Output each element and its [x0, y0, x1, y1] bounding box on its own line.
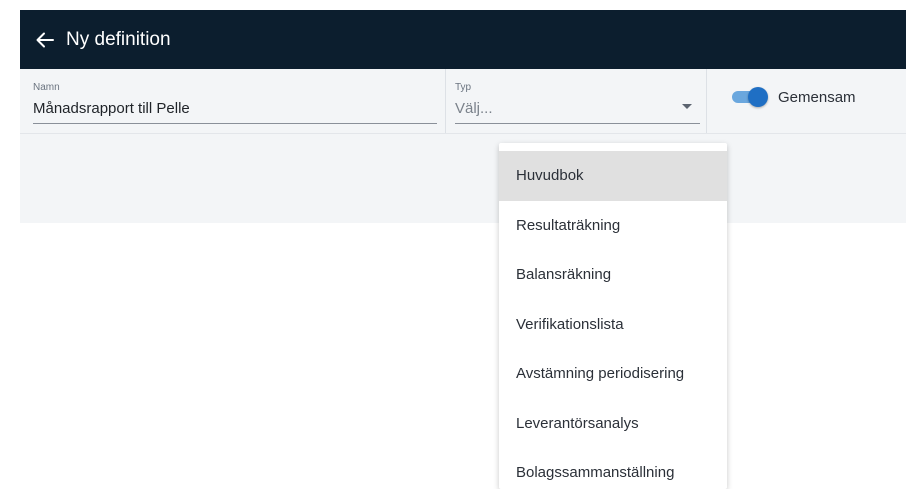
toggle-thumb[interactable]: [748, 87, 768, 107]
type-dropdown-menu: Huvudbok Resultaträkning Balansräkning V…: [499, 143, 727, 489]
shared-toggle-label: Gemensam: [778, 88, 856, 106]
menu-item-resultatrakning[interactable]: Resultaträkning: [499, 201, 727, 251]
arrow-left-icon[interactable]: [36, 30, 56, 50]
menu-padding: [499, 143, 727, 151]
divider: [445, 69, 446, 133]
name-underline: [33, 123, 437, 124]
type-value[interactable]: Välj...: [455, 100, 493, 117]
menu-item-verifikationslista[interactable]: Verifikationslista: [499, 300, 727, 350]
menu-item-balansrakning[interactable]: Balansräkning: [499, 250, 727, 300]
page-title: Ny definition: [66, 28, 171, 50]
divider: [706, 69, 707, 133]
shared-toggle-group[interactable]: Gemensam: [732, 87, 856, 107]
name-label: Namn: [33, 82, 60, 93]
content-panel: [20, 134, 906, 223]
type-underline: [455, 123, 700, 124]
name-field[interactable]: Namn Månadsrapport till Pelle: [33, 69, 437, 133]
type-label: Typ: [455, 82, 472, 93]
menu-item-bolagssammanstallning[interactable]: Bolagssammanställning: [499, 448, 727, 489]
menu-item-huvudbok[interactable]: Huvudbok: [499, 151, 727, 201]
type-select[interactable]: Typ Välj...: [455, 69, 700, 133]
menu-item-avstamning-periodisering[interactable]: Avstämning periodisering: [499, 349, 727, 399]
app-header: Ny definition: [20, 10, 906, 69]
name-input[interactable]: Månadsrapport till Pelle: [33, 100, 190, 117]
chevron-down-icon[interactable]: [682, 104, 692, 109]
shared-toggle[interactable]: [732, 87, 768, 107]
definition-form: Namn Månadsrapport till Pelle Typ Välj..…: [20, 69, 906, 134]
menu-item-leverantorsanalys[interactable]: Leverantörsanalys: [499, 399, 727, 449]
